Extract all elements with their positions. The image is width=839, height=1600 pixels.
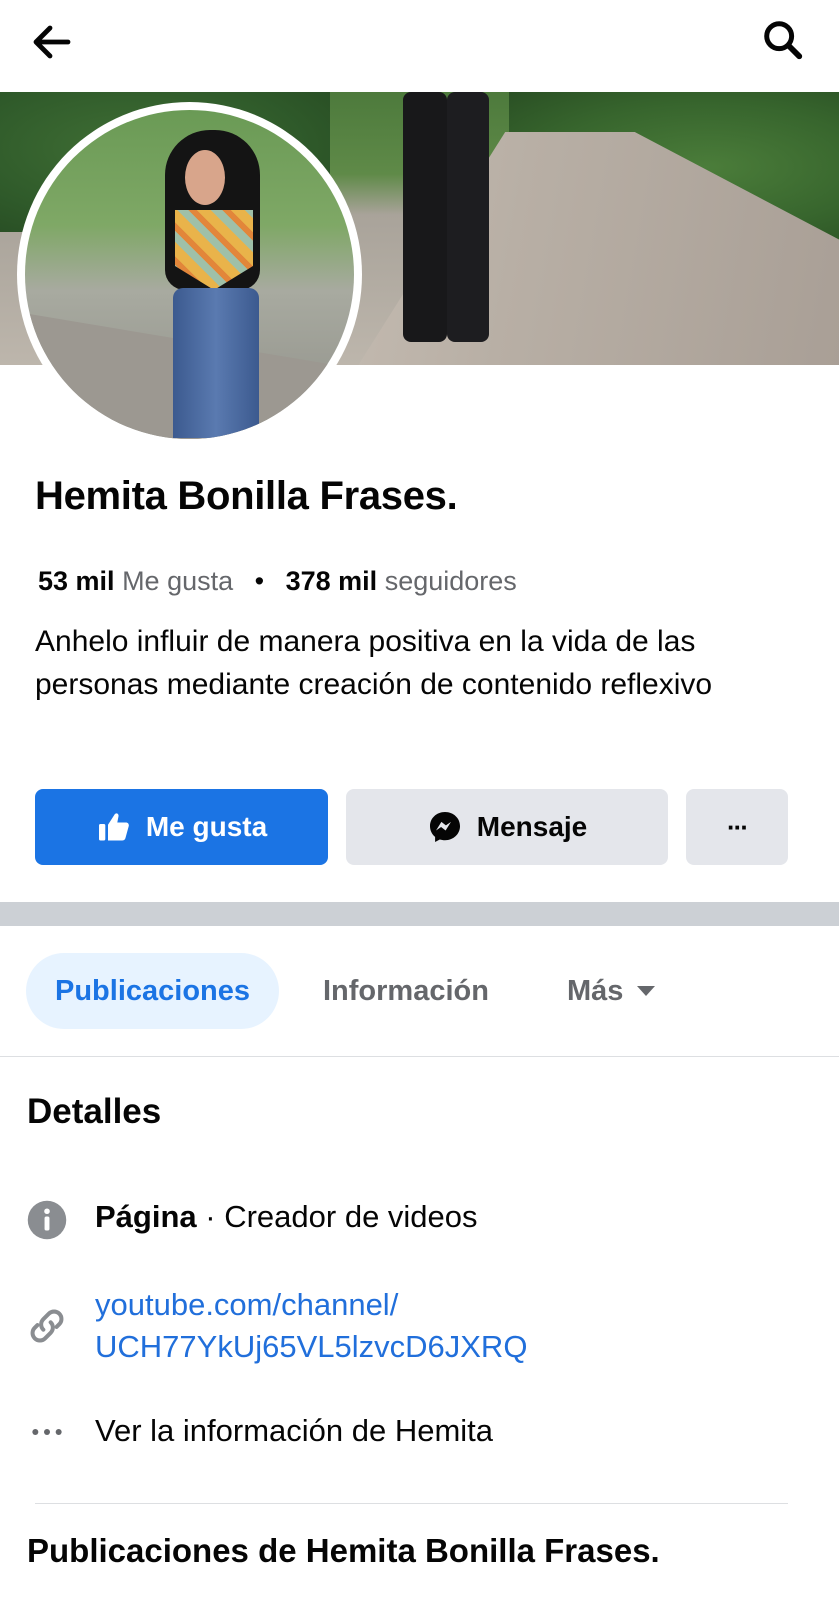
youtube-link-line1: youtube.com/channel/: [95, 1287, 399, 1322]
details-heading: Detalles: [27, 1092, 162, 1131]
search-icon: [764, 21, 803, 60]
cover-figure: [395, 92, 505, 352]
stats-separator: •: [254, 566, 265, 596]
caret-down-icon: [637, 986, 656, 996]
category-value: Creador de videos: [224, 1199, 478, 1234]
tab-mas-label: Más: [567, 974, 624, 1007]
avatar[interactable]: [25, 110, 354, 439]
category-separator: ·: [196, 1199, 225, 1234]
search-button[interactable]: [755, 12, 811, 68]
tab-publicaciones[interactable]: Publicaciones: [26, 953, 279, 1029]
message-button-label: Mensaje: [476, 811, 588, 842]
followers-count: 378 mil: [285, 566, 378, 596]
message-button[interactable]: Mensaje: [346, 789, 668, 865]
arrow-left-icon: [33, 25, 71, 59]
back-button[interactable]: [24, 14, 80, 70]
category-prefix: Página: [95, 1199, 197, 1234]
more-horizontal-icon: [25, 1410, 69, 1454]
info-icon: [25, 1198, 69, 1242]
youtube-link[interactable]: youtube.com/channel/ UCH77YkUj65VL5lzvcD…: [95, 1284, 527, 1368]
profile-tabs: Publicaciones Información Más: [0, 926, 839, 1057]
page-title: Hemita Bonilla Frases.: [35, 474, 458, 518]
category-text: Página · Creador de videos: [95, 1196, 478, 1238]
more-options-button[interactable]: ···: [686, 789, 788, 865]
page-stats: 53 mil Me gusta • 378 mil seguidores: [38, 566, 517, 597]
more-horizontal-icon: ···: [727, 811, 749, 842]
tab-informacion[interactable]: Información: [323, 953, 489, 1029]
like-button-label: Me gusta: [145, 811, 268, 842]
page-bio: Anhelo influir de manera positiva en la …: [35, 625, 713, 701]
see-info-link[interactable]: Ver la información de Hemita: [95, 1410, 493, 1452]
details-divider: [35, 1503, 788, 1504]
like-button[interactable]: Me gusta: [35, 789, 328, 865]
section-divider: [0, 902, 839, 926]
link-icon: [25, 1304, 69, 1348]
messenger-icon: [427, 809, 463, 845]
likes-label: Me gusta: [122, 566, 234, 596]
thumbs-up-icon: [96, 809, 132, 845]
likes-count: 53 mil: [38, 566, 115, 596]
posts-heading: Publicaciones de Hemita Bonilla Frases.: [27, 1532, 660, 1569]
tab-mas[interactable]: Más: [567, 953, 656, 1029]
youtube-link-line2: UCH77YkUj65VL5lzvcD6JXRQ: [95, 1329, 528, 1364]
top-bar: [0, 0, 839, 92]
followers-label: seguidores: [384, 566, 517, 596]
